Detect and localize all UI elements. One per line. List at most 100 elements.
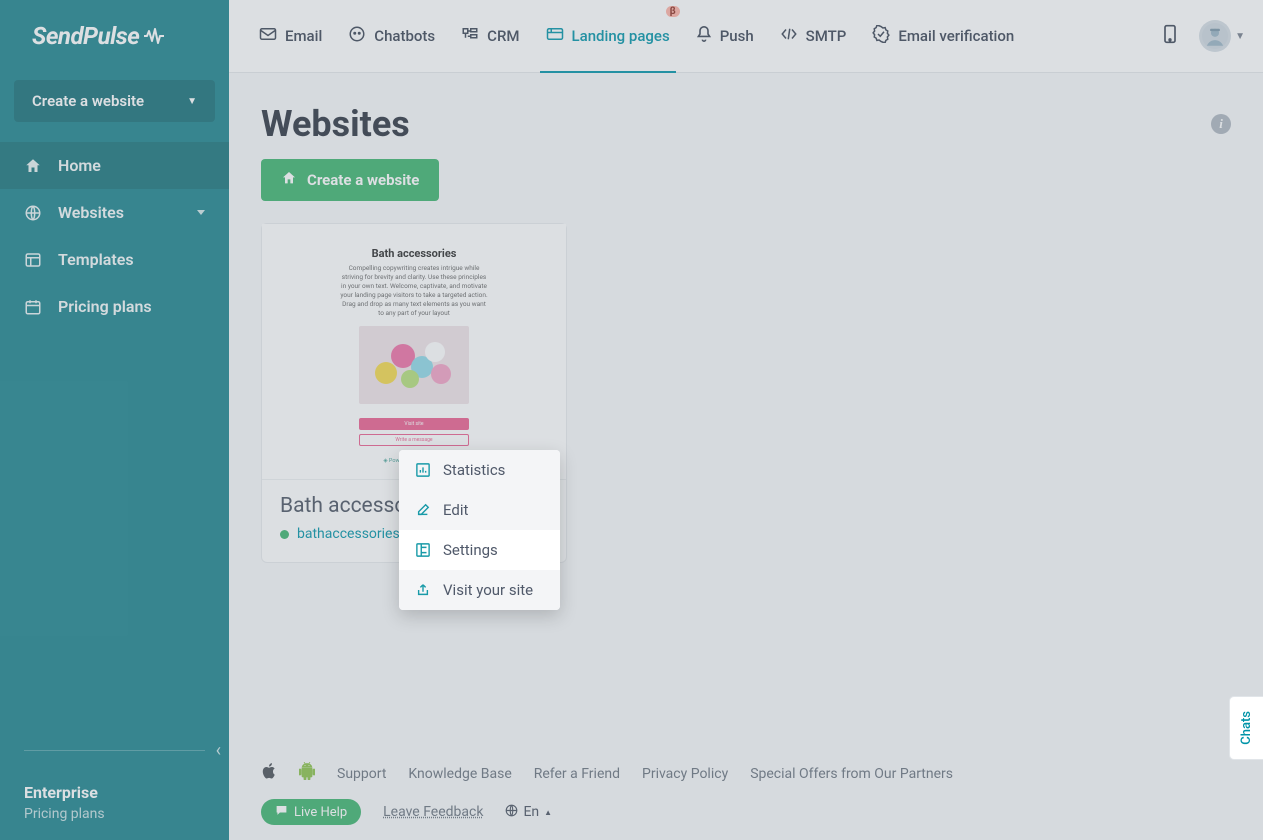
create-website-dropdown[interactable]: Create a website ▼ — [14, 80, 215, 122]
sidebar-label: Websites — [58, 203, 124, 222]
apple-icon[interactable] — [261, 762, 277, 785]
page-title: Websites — [261, 103, 410, 145]
caret-down-icon: ▼ — [1235, 31, 1245, 42]
footer-link-offers[interactable]: Special Offers from Our Partners — [750, 766, 953, 782]
sidebar-item-home[interactable]: Home — [0, 142, 229, 189]
home-icon — [24, 157, 42, 175]
landing-icon — [546, 26, 564, 46]
layout-icon — [24, 251, 42, 269]
sidebar-collapse-handle[interactable]: ‹ — [216, 740, 221, 761]
check-badge-icon — [872, 25, 890, 47]
thumb-btn-primary: Visit site — [359, 418, 469, 430]
nav-smtp[interactable]: SMTP — [780, 0, 847, 73]
status-dot — [280, 530, 289, 539]
mail-icon — [259, 27, 277, 45]
nav-label: CRM — [487, 27, 519, 45]
caret-up-icon: ▲ — [544, 808, 552, 817]
footer-link-support[interactable]: Support — [337, 766, 386, 782]
leave-feedback-link[interactable]: Leave Feedback — [383, 804, 483, 820]
footer-link-refer[interactable]: Refer a Friend — [534, 766, 620, 782]
nav-label: Email — [285, 27, 322, 45]
menu-item-visit[interactable]: Visit your site — [399, 570, 560, 610]
url-text: bathaccessories — [297, 526, 400, 542]
nav-label: SMTP — [806, 27, 847, 45]
footer-link-privacy[interactable]: Privacy Policy — [642, 766, 728, 782]
plan-name: Enterprise — [24, 783, 205, 802]
sidebar-item-websites[interactable]: Websites — [0, 189, 229, 236]
menu-label: Settings — [443, 541, 498, 559]
nav-chatbots[interactable]: Chatbots — [348, 0, 435, 73]
code-icon — [780, 27, 798, 45]
info-icon[interactable]: i — [1211, 114, 1231, 134]
topbar: Email Chatbots CRM Landing pages β Push … — [229, 0, 1263, 73]
chatbot-icon — [348, 25, 366, 47]
create-website-label: Create a website — [32, 92, 144, 110]
thumb-image — [359, 326, 469, 404]
sidebar-nav: Home Websites Templates Pricing plans — [0, 142, 229, 750]
nav-email-verification[interactable]: Email verification — [872, 0, 1014, 73]
menu-label: Statistics — [443, 461, 505, 479]
pricing-plans-link[interactable]: Pricing plans — [24, 806, 205, 822]
crm-icon — [461, 26, 479, 46]
nav-label: Chatbots — [374, 27, 435, 45]
footer: Support Knowledge Base Refer a Friend Pr… — [261, 752, 1243, 840]
nav-landing-pages[interactable]: Landing pages β — [546, 0, 670, 73]
nav-crm[interactable]: CRM — [461, 0, 519, 73]
calendar-icon — [24, 298, 42, 316]
menu-item-edit[interactable]: Edit — [399, 490, 560, 530]
sidebar-label: Pricing plans — [58, 297, 152, 316]
chat-icon — [275, 804, 288, 820]
sidebar-item-pricing[interactable]: Pricing plans — [0, 283, 229, 330]
footer-link-kb[interactable]: Knowledge Base — [408, 766, 511, 782]
home-icon — [281, 170, 297, 190]
lang-label: En — [523, 804, 539, 820]
brand-name: SendPulse — [32, 22, 139, 50]
language-selector[interactable]: En ▲ — [505, 804, 552, 821]
settings-icon — [415, 542, 431, 558]
android-icon[interactable] — [299, 762, 315, 785]
website-thumbnail[interactable]: Bath accessories Compelling copywriting … — [262, 224, 566, 480]
nav-label: Email verification — [898, 27, 1014, 45]
beta-badge: β — [666, 6, 680, 17]
sidebar-footer: Enterprise Pricing plans — [0, 765, 229, 840]
create-website-button[interactable]: Create a website — [261, 159, 439, 201]
sidebar-label: Templates — [58, 250, 134, 269]
card-dropdown-menu: Statistics Edit Settings Visit your site — [399, 450, 560, 610]
nav-email[interactable]: Email — [259, 0, 322, 73]
thumb-description: Compelling copywriting creates intrigue … — [339, 264, 489, 319]
nav-label: Push — [720, 27, 754, 45]
mobile-icon[interactable] — [1163, 24, 1177, 48]
chats-side-tab[interactable]: Chats — [1229, 696, 1263, 760]
bell-icon — [696, 25, 712, 47]
footer-row-2: Live Help Leave Feedback En ▲ — [261, 799, 1243, 825]
nav-push[interactable]: Push — [696, 0, 754, 73]
topbar-right: ▼ — [1163, 20, 1245, 52]
nav-label: Landing pages — [572, 27, 670, 45]
thumb-buttons: Visit site Write a message — [359, 418, 469, 450]
share-icon — [415, 582, 431, 598]
avatar-icon — [1199, 20, 1231, 52]
chats-label: Chats — [1239, 711, 1254, 745]
footer-links: Support Knowledge Base Refer a Friend Pr… — [261, 762, 1243, 785]
sidebar: SendPulse Create a website ▼ Home Websit… — [0, 0, 229, 840]
sidebar-item-templates[interactable]: Templates — [0, 236, 229, 283]
page-header: Websites i — [261, 103, 1231, 145]
pulse-icon — [143, 28, 165, 44]
live-help-button[interactable]: Live Help — [261, 799, 361, 825]
divider — [24, 750, 205, 751]
menu-label: Visit your site — [443, 581, 533, 599]
menu-item-statistics[interactable]: Statistics — [399, 450, 560, 490]
globe-icon — [24, 204, 42, 222]
menu-label: Edit — [443, 501, 468, 519]
globe-icon — [505, 804, 518, 821]
live-help-label: Live Help — [294, 805, 347, 820]
edit-icon — [415, 502, 431, 518]
caret-down-icon: ▼ — [187, 96, 197, 107]
brand-logo[interactable]: SendPulse — [0, 0, 229, 68]
thumb-btn-secondary: Write a message — [359, 434, 469, 446]
user-menu[interactable]: ▼ — [1199, 20, 1245, 52]
sidebar-label: Home — [58, 156, 101, 175]
thumb-title: Bath accessories — [372, 247, 457, 260]
stats-icon — [415, 462, 431, 478]
menu-item-settings[interactable]: Settings — [399, 530, 560, 570]
